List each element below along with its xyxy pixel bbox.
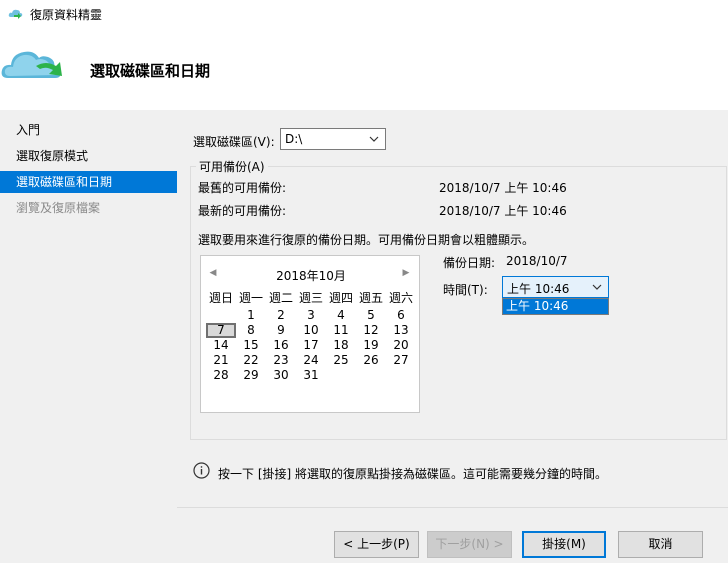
backup-date-label: 備份日期: — [443, 256, 496, 270]
calendar-day[interactable]: 15 — [236, 338, 266, 353]
volume-select[interactable]: D:\ — [280, 128, 386, 150]
calendar-day[interactable]: 8 — [236, 323, 266, 338]
calendar-day[interactable]: 6 — [386, 308, 416, 323]
weekday-label: 週一 — [238, 291, 263, 305]
calendar-day[interactable]: 18 — [326, 338, 356, 353]
sidebar-item-browse-and-recover-files: 瀏覽及復原檔案 — [16, 201, 101, 215]
calendar-day[interactable]: 14 — [206, 338, 236, 353]
calendar-day[interactable]: 23 — [266, 353, 296, 368]
weekday-label: 週三 — [298, 291, 323, 305]
calendar-day[interactable]: 20 — [386, 338, 416, 353]
volume-label: 選取磁碟區(V): — [193, 135, 275, 149]
volume-select-value: D:\ — [285, 132, 303, 146]
mount-button[interactable]: 掛接(M) — [522, 531, 606, 558]
calendar-day[interactable]: 3 — [296, 308, 326, 323]
backup-date-value: 2018/10/7 — [506, 254, 568, 268]
calendar-day-selected[interactable]: 7 — [206, 323, 236, 338]
cloud-restore-icon — [8, 9, 23, 19]
weekday-label: 週六 — [388, 291, 413, 305]
calendar-day[interactable]: 9 — [266, 323, 296, 338]
calendar-day[interactable]: 4 — [326, 308, 356, 323]
time-option[interactable]: 上午 10:46 — [503, 299, 608, 314]
calendar-day[interactable]: 13 — [386, 323, 416, 338]
info-icon — [193, 462, 210, 479]
sidebar-item-select-volume-and-date[interactable]: 選取磁碟區和日期 — [0, 171, 177, 193]
newest-backup-label: 最新的可用備份: — [198, 204, 287, 218]
next-button: 下一步(N) > — [427, 531, 512, 558]
sidebar-item-getting-started[interactable]: 入門 — [0, 119, 177, 141]
calendar-header: ◀ 2018年10月 ▶ — [201, 264, 421, 283]
calendar-day[interactable]: 25 — [326, 353, 356, 368]
calendar-day[interactable]: 22 — [236, 353, 266, 368]
weekday-label: 週四 — [328, 291, 353, 305]
chevron-down-icon — [369, 136, 379, 142]
page-heading: 選取磁碟區和日期 — [90, 62, 211, 80]
sidebar-item-select-recovery-mode[interactable]: 選取復原模式 — [0, 145, 177, 167]
calendar-day[interactable]: 30 — [266, 368, 296, 383]
available-backups-title: 可用備份(A) — [196, 158, 268, 175]
calendar-day[interactable]: 29 — [236, 368, 266, 383]
title-bar: 復原資料精靈 — [0, 0, 728, 28]
time-dropdown-list: 上午 10:46 — [502, 298, 609, 315]
calendar-day[interactable]: 31 — [296, 368, 326, 383]
oldest-backup-value: 2018/10/7 上午 10:46 — [439, 181, 567, 195]
calendar-day[interactable]: 12 — [356, 323, 386, 338]
weekday-label: 週二 — [268, 291, 293, 305]
calendar-day[interactable]: 16 — [266, 338, 296, 353]
back-button[interactable]: < 上一步(P) — [334, 531, 419, 558]
wizard-header: 選取磁碟區和日期 — [0, 28, 728, 110]
calendar-day[interactable]: 1 — [236, 308, 266, 323]
mount-info-text: 按一下 [掛接] 將選取的復原點掛接為磁碟區。這可能需要幾分鐘的時間。 — [218, 467, 607, 481]
calendar-day[interactable]: 2 — [266, 308, 296, 323]
calendar-day[interactable]: 27 — [386, 353, 416, 368]
cancel-button[interactable]: 取消 — [618, 531, 703, 558]
calendar-day[interactable]: 10 — [296, 323, 326, 338]
calendar-day[interactable]: 26 — [356, 353, 386, 368]
calendar-day[interactable]: 19 — [356, 338, 386, 353]
backup-date-instruction: 選取要用來進行復原的備份日期。可用備份日期會以粗體顯示。 — [198, 233, 535, 247]
time-select[interactable]: 上午 10:46 — [502, 276, 609, 298]
window-title: 復原資料精靈 — [30, 8, 103, 22]
time-label: 時間(T): — [443, 283, 488, 297]
weekday-label: 週五 — [358, 291, 383, 305]
chevron-down-icon — [592, 284, 602, 290]
next-month-icon[interactable]: ▶ — [399, 266, 413, 280]
backup-calendar[interactable]: ◀ 2018年10月 ▶ 週日 週一 週二 週三 週四 週五 週六 123456… — [200, 255, 420, 413]
wizard-steps-sidebar: 入門 選取復原模式 選取磁碟區和日期 瀏覽及復原檔案 — [0, 110, 177, 563]
calendar-month: 2018年10月 — [276, 269, 346, 283]
cloud-restore-logo-icon — [1, 51, 62, 78]
oldest-backup-label: 最舊的可用備份: — [198, 181, 287, 195]
time-select-value: 上午 10:46 — [507, 282, 570, 296]
calendar-day[interactable]: 17 — [296, 338, 326, 353]
newest-backup-value: 2018/10/7 上午 10:46 — [439, 204, 567, 218]
calendar-day[interactable]: 5 — [356, 308, 386, 323]
weekday-label: 週日 — [208, 291, 233, 305]
calendar-day[interactable]: 11 — [326, 323, 356, 338]
calendar-day[interactable]: 24 — [296, 353, 326, 368]
calendar-day[interactable]: 21 — [206, 353, 236, 368]
calendar-day[interactable]: 28 — [206, 368, 236, 383]
